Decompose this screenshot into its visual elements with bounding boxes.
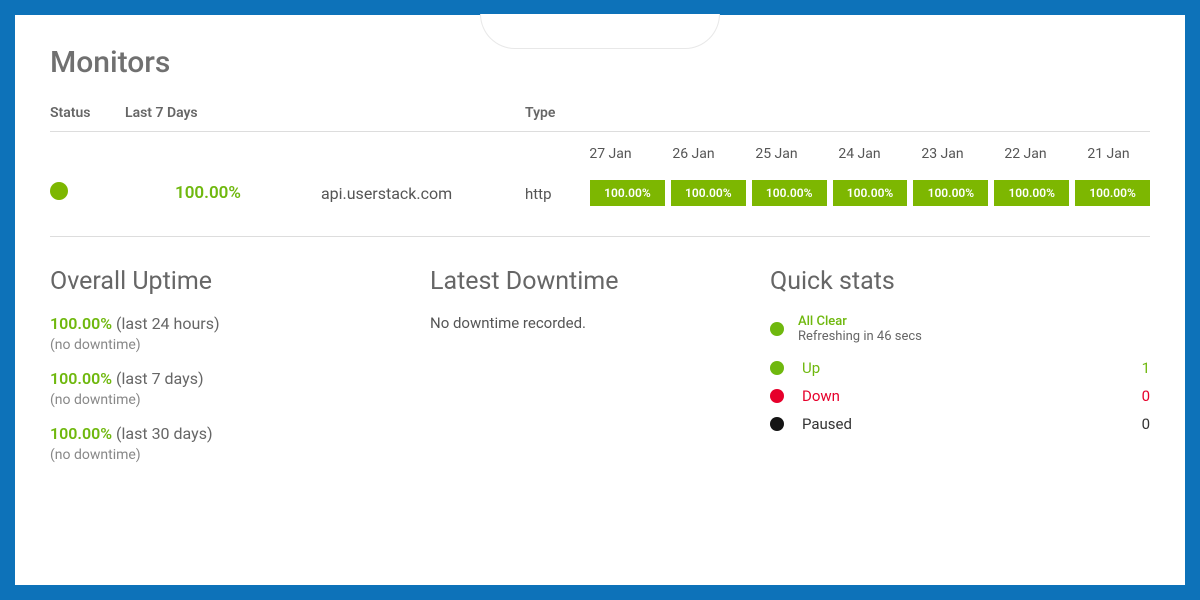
uptime-period: (last 7 days)	[116, 369, 204, 388]
downtime-message: No downtime recorded.	[430, 314, 730, 332]
quick-stats-section: Quick stats All Clear Refreshing in 46 s…	[770, 267, 1150, 479]
up-dot-icon	[770, 361, 784, 375]
uptime-period: (last 30 days)	[116, 424, 213, 443]
status-dot-icon	[770, 322, 784, 336]
monitors-table-header: Status Last 7 Days Type	[50, 105, 1150, 132]
date-cell: 23 Jan	[901, 146, 984, 162]
quick-stat-up: Up 1	[770, 354, 1150, 382]
quick-stats-title: Quick stats	[770, 267, 1150, 296]
uptime-pct: 100.00%	[50, 369, 112, 388]
uptime-bar: 100.00%	[1075, 180, 1150, 206]
monitor-name: api.userstack.com	[321, 184, 452, 203]
refreshing-label: Refreshing in 46 secs	[798, 329, 922, 344]
date-cells: 27 Jan 26 Jan 25 Jan 24 Jan 23 Jan 22 Ja…	[569, 146, 1150, 162]
uptime-period: (last 24 hours)	[116, 314, 220, 333]
header-dates-spacer	[585, 105, 1150, 121]
uptime-bar: 100.00%	[994, 180, 1069, 206]
overall-uptime-section: Overall Uptime 100.00% (last 24 hours) (…	[50, 267, 390, 479]
uptime-bar: 100.00%	[913, 180, 988, 206]
header-type: Type	[525, 105, 585, 121]
latest-downtime-section: Latest Downtime No downtime recorded.	[430, 267, 730, 479]
down-label: Down	[802, 387, 1126, 405]
header-last7days: Last 7 Days	[125, 105, 525, 121]
monitor-type: http	[525, 185, 552, 203]
lower-sections: Overall Uptime 100.00% (last 24 hours) (…	[50, 237, 1150, 479]
uptime-pct: 100.00%	[50, 424, 112, 443]
monitor-uptime-pct: 100.00%	[175, 183, 241, 203]
overall-uptime-title: Overall Uptime	[50, 267, 390, 296]
uptime-bar: 100.00%	[671, 180, 746, 206]
monitor-row[interactable]: 100.00% api.userstack.com http 100.00% 1…	[50, 162, 1150, 237]
uptime-bar: 100.00%	[590, 180, 665, 206]
page-title: Monitors	[50, 45, 1150, 80]
notch-decoration	[480, 14, 720, 49]
date-cell: 27 Jan	[569, 146, 652, 162]
uptime-pct: 100.00%	[50, 314, 112, 333]
up-label: Up	[802, 359, 1126, 377]
down-dot-icon	[770, 389, 784, 403]
status-dot-icon	[50, 182, 68, 200]
uptime-bar-grid: 100.00% 100.00% 100.00% 100.00% 100.00% …	[585, 180, 1150, 206]
date-cell: 25 Jan	[735, 146, 818, 162]
latest-downtime-title: Latest Downtime	[430, 267, 730, 296]
paused-label: Paused	[802, 415, 1126, 433]
uptime-note: (no downtime)	[50, 392, 390, 408]
date-cell: 26 Jan	[652, 146, 735, 162]
uptime-bar: 100.00%	[752, 180, 827, 206]
all-clear-label: All Clear	[798, 314, 922, 329]
quick-stat-paused: Paused 0	[770, 410, 1150, 438]
uptime-bar: 100.00%	[833, 180, 908, 206]
uptime-note: (no downtime)	[50, 447, 390, 463]
date-cell: 21 Jan	[1067, 146, 1150, 162]
quick-stat-down: Down 0	[770, 382, 1150, 410]
quick-stats-header: All Clear Refreshing in 46 secs	[770, 314, 1150, 344]
status-panel: Monitors Status Last 7 Days Type 27 Jan …	[15, 15, 1185, 585]
date-cell: 24 Jan	[818, 146, 901, 162]
uptime-note: (no downtime)	[50, 337, 390, 353]
date-row: 27 Jan 26 Jan 25 Jan 24 Jan 23 Jan 22 Ja…	[50, 132, 1150, 162]
paused-count: 0	[1142, 415, 1150, 433]
down-count: 0	[1142, 387, 1150, 405]
date-cell: 22 Jan	[984, 146, 1067, 162]
paused-dot-icon	[770, 417, 784, 431]
header-status: Status	[50, 105, 125, 121]
up-count: 1	[1142, 359, 1150, 377]
